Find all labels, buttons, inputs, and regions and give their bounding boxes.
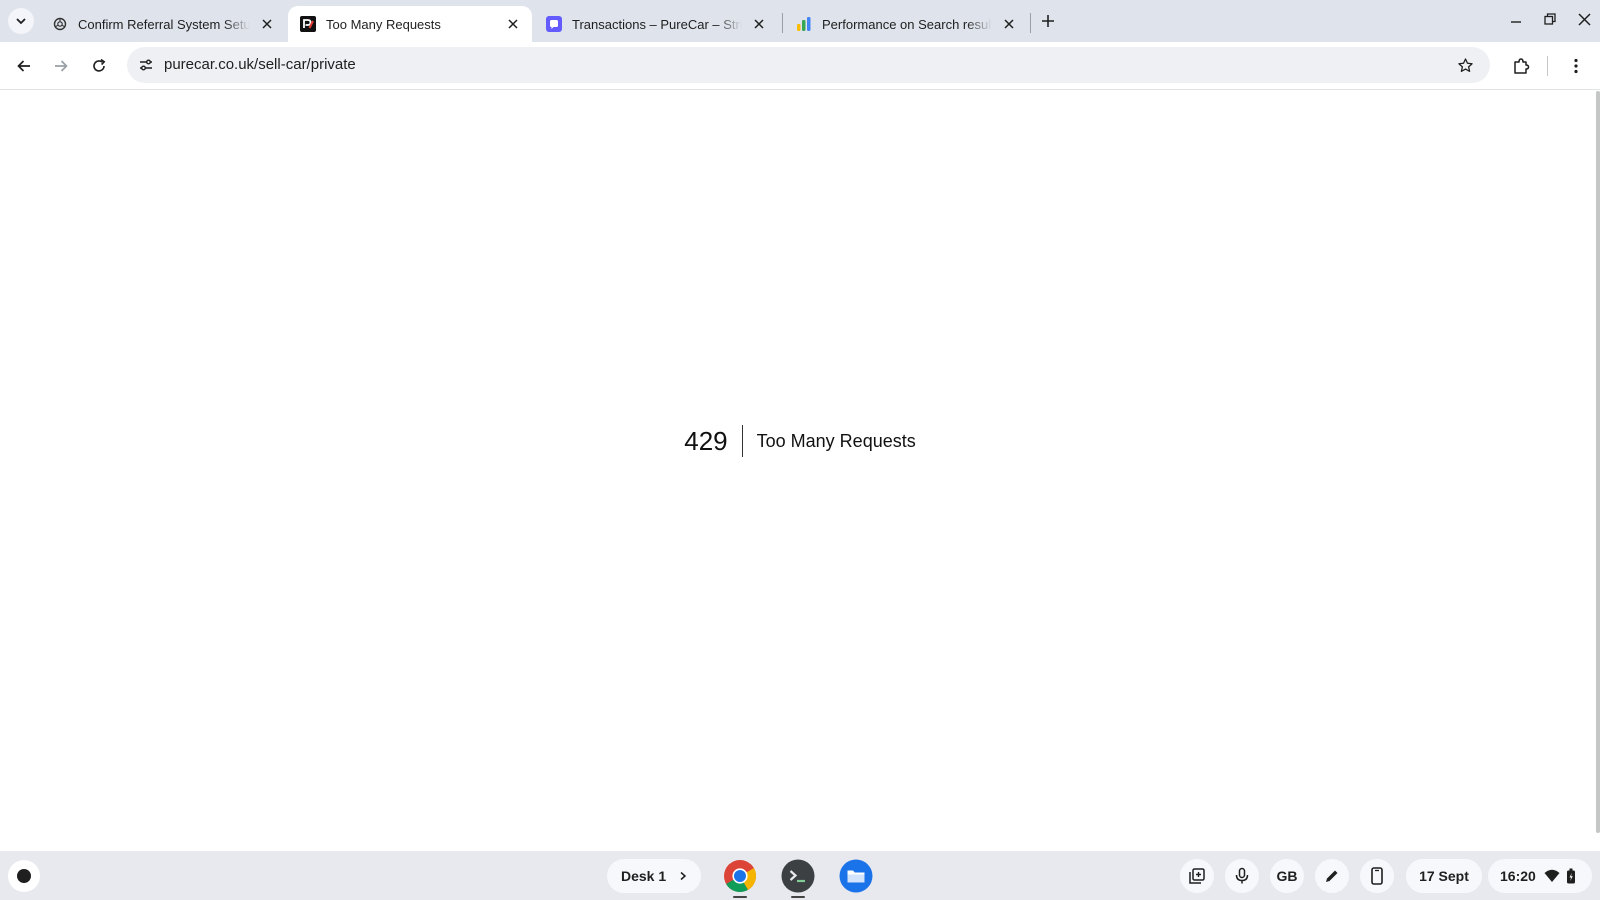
stripe-icon — [546, 16, 562, 32]
error-message: Too Many Requests — [756, 431, 916, 451]
date-label: 17 Sept — [1419, 868, 1469, 884]
chrome-app[interactable] — [722, 858, 758, 898]
dictation-button[interactable] — [1225, 859, 1259, 893]
launcher-icon — [17, 869, 31, 883]
tab-separator — [1030, 13, 1031, 33]
site-info-button[interactable] — [135, 54, 157, 76]
close-icon[interactable] — [258, 15, 276, 33]
star-icon — [1457, 57, 1473, 72]
toolbar-divider — [1547, 56, 1548, 76]
tab-title: Transactions – PureCar – Stripe — [572, 16, 742, 32]
reload-icon — [93, 58, 106, 72]
desk-label: Desk 1 — [621, 868, 667, 884]
close-window-button[interactable] — [1571, 8, 1597, 30]
time-label: 16:20 — [1500, 868, 1536, 884]
openai-icon — [52, 16, 68, 32]
date-button[interactable]: 17 Sept — [1406, 859, 1482, 893]
error-container: 429 Too Many Requests — [0, 91, 1600, 851]
tune-icon — [140, 59, 152, 71]
pen-icon — [1326, 870, 1338, 882]
tab-separator — [782, 13, 783, 33]
tab-strip: Confirm Referral System Setup Too Many R… — [0, 0, 1600, 42]
tab-confirm-referral[interactable]: Confirm Referral System Setup — [40, 6, 286, 42]
tab-performance-search[interactable]: Performance on Search results — [784, 6, 1028, 42]
google-ads-icon — [796, 16, 812, 32]
phone-icon — [1371, 867, 1383, 885]
forward-button[interactable] — [47, 52, 75, 80]
reload-button[interactable] — [85, 52, 113, 80]
puzzle-icon — [1514, 58, 1530, 74]
running-indicator — [733, 896, 747, 898]
kebab-menu-icon — [1574, 58, 1578, 74]
launcher-button[interactable] — [8, 860, 40, 892]
desk-button[interactable]: Desk 1 — [607, 859, 701, 893]
tab-search-button[interactable] — [8, 8, 34, 34]
close-icon — [1577, 12, 1591, 26]
error-code: 429 — [684, 425, 743, 457]
files-icon — [839, 859, 873, 893]
arrow-right-icon — [55, 60, 68, 72]
tab-title: Too Many Requests — [326, 16, 441, 32]
close-icon[interactable] — [1000, 15, 1018, 33]
battery-icon — [1566, 868, 1575, 884]
plus-icon — [1042, 15, 1054, 27]
stylus-tools-button[interactable] — [1315, 859, 1349, 893]
phone-hub-button[interactable] — [1360, 859, 1394, 893]
url-text[interactable]: purecar.co.uk/sell-car/private — [164, 56, 356, 73]
tab-title: Confirm Referral System Setup — [78, 16, 250, 32]
minimize-button[interactable] — [1503, 8, 1529, 30]
microphone-icon — [1235, 867, 1249, 884]
screen: Confirm Referral System Setup Too Many R… — [0, 0, 1600, 900]
page-viewport: 429 Too Many Requests — [0, 91, 1600, 851]
close-icon[interactable] — [750, 15, 768, 33]
new-tab-button[interactable] — [1036, 9, 1060, 33]
keyboard-layout-button[interactable]: GB — [1270, 859, 1304, 893]
terminal-app[interactable] — [780, 858, 816, 898]
running-indicator — [791, 896, 805, 898]
tab-too-many-requests[interactable]: Too Many Requests — [288, 6, 532, 42]
back-button[interactable] — [10, 52, 38, 80]
chrome-icon — [724, 860, 757, 893]
arrow-left-icon — [17, 60, 30, 72]
close-icon[interactable] — [504, 15, 522, 33]
browser-toolbar: purecar.co.uk/sell-car/private — [0, 42, 1600, 90]
tab-title: Performance on Search results — [822, 16, 992, 32]
files-app[interactable] — [838, 858, 874, 894]
address-bar[interactable]: purecar.co.uk/sell-car/private — [127, 47, 1490, 83]
system-shelf: Desk 1 GB 17 Sept 16:20 — [0, 851, 1600, 900]
status-area-button[interactable]: 16:20 — [1488, 859, 1592, 893]
wifi-icon — [1544, 869, 1560, 882]
terminal-icon — [781, 859, 815, 893]
tab-transactions-stripe[interactable]: Transactions – PureCar – Stripe — [534, 6, 778, 42]
purecar-icon — [300, 16, 316, 32]
screen-capture-button[interactable] — [1180, 859, 1214, 893]
restore-icon — [1544, 13, 1556, 25]
minimize-icon — [1511, 21, 1521, 23]
chevron-down-icon — [16, 18, 26, 25]
bookmark-button[interactable] — [1454, 54, 1476, 76]
scrollbar[interactable] — [1596, 91, 1600, 833]
extensions-button[interactable] — [1507, 52, 1535, 80]
screenshot-icon — [1189, 868, 1205, 884]
chevron-right-icon — [675, 868, 691, 884]
menu-button[interactable] — [1562, 52, 1590, 80]
restore-button[interactable] — [1537, 8, 1563, 30]
keyboard-layout-label: GB — [1276, 868, 1298, 884]
